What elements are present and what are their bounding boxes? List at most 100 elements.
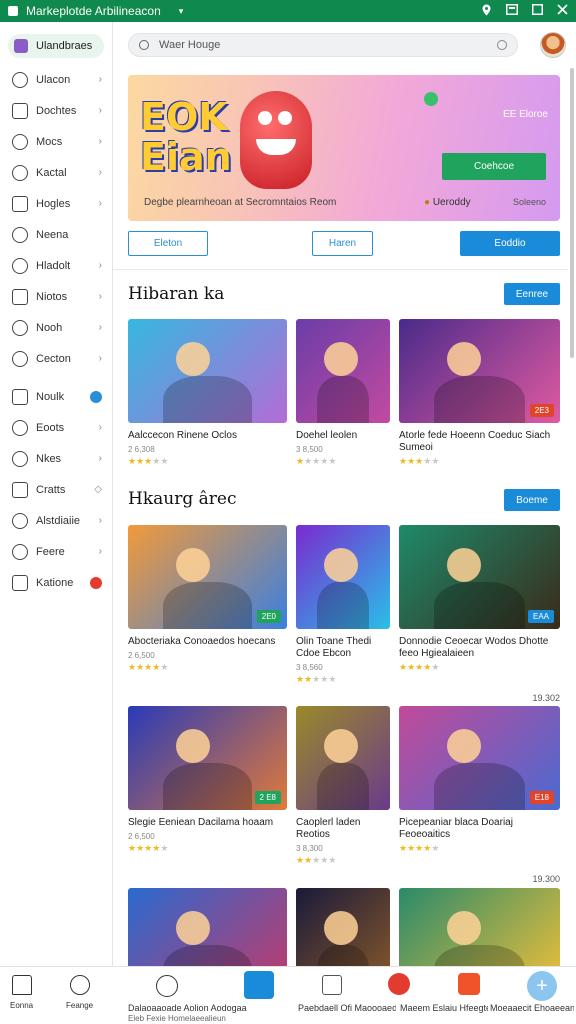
notification-badge <box>90 576 102 589</box>
scrollbar[interactable] <box>570 68 574 358</box>
game-card[interactable]: E18 Picepeaniar blaca Doariaj Feoeoaitics… <box>399 706 560 884</box>
character-body <box>316 376 370 423</box>
character-body <box>162 376 252 423</box>
add-icon[interactable]: + <box>527 971 557 1001</box>
game-card[interactable] <box>399 888 560 966</box>
bottom-caption-5: Moeaaecit Ehoaeeanaoaa <box>490 1003 574 1013</box>
game-thumbnail <box>296 525 390 629</box>
chat-icon <box>69 975 90 995</box>
star-icon: ★ <box>160 662 169 672</box>
sidebar-item-icon <box>12 195 28 212</box>
featured-banner[interactable]: EOK Eian EE Eloroe Coehcoe Degbe plearnh… <box>128 75 560 221</box>
section-more-button-1[interactable]: Eenree <box>504 283 560 305</box>
game-thumbnail <box>399 888 560 966</box>
gallery-icon[interactable] <box>244 971 274 999</box>
header: Waer Houge <box>113 22 576 68</box>
sidebar-item[interactable]: Cratts ◇ <box>0 474 112 505</box>
tab-button-2[interactable]: Haren <box>312 231 373 256</box>
game-title: Atorle fede Hoeenn Coeduc Siach Sumeoi <box>399 430 551 453</box>
sidebar-item[interactable]: Hladolt › <box>0 250 112 281</box>
comment-icon[interactable] <box>156 975 178 997</box>
tab-button-3[interactable]: Eoddio <box>460 231 560 256</box>
sidebar-item[interactable]: Mocs › <box>0 126 112 157</box>
price-badge: 2E3 <box>529 404 554 417</box>
title-dropdown-icon[interactable]: ▾ <box>179 6 184 17</box>
store-icon[interactable] <box>458 973 480 995</box>
window-icon[interactable] <box>506 4 518 18</box>
game-card[interactable]: 2E3 Atorle fede Hoeenn Coeduc Siach Sumeo… <box>399 319 560 467</box>
sidebar-item-icon <box>12 257 28 274</box>
sidebar-item-label: Neena <box>36 228 69 241</box>
game-meta: 2 6,308 <box>128 445 155 454</box>
sidebar-item-label: Kactal <box>36 166 67 179</box>
voice-search-icon[interactable] <box>497 40 507 50</box>
sidebar-item[interactable]: Neena <box>0 219 112 250</box>
close-icon[interactable] <box>557 4 568 18</box>
sidebar-item-icon <box>12 481 28 498</box>
avatar[interactable] <box>540 32 566 58</box>
sidebar-item-label: Katione <box>36 576 74 589</box>
sidebar-item[interactable]: Eoots › <box>0 412 112 443</box>
sidebar-item-label: Cecton <box>36 352 71 365</box>
bottom-bar: Eonna Feange + Dalaoaaoade Aolion Aodoga… <box>0 966 576 1024</box>
star-icon: ★ <box>304 456 313 466</box>
chevron-right-icon: › <box>98 260 102 271</box>
star-icon: ★ <box>328 674 337 684</box>
sidebar-item[interactable]: Dochtes › <box>0 95 112 126</box>
bottom-home[interactable]: Eonna <box>10 975 33 1010</box>
character-body <box>316 763 370 810</box>
section-more-button-2[interactable]: Boeme <box>504 489 560 511</box>
sidebar-item-label: Dochtes <box>36 104 77 117</box>
banner-logo: EOK Eian <box>140 95 232 179</box>
chevron-right-icon: › <box>98 353 102 364</box>
location-icon[interactable] <box>481 4 492 19</box>
star-icon: ★ <box>160 456 169 466</box>
character-body <box>162 763 252 810</box>
sidebar-item[interactable]: Alstdiaiie › <box>0 505 112 536</box>
sidebar-item-label: Nooh <box>36 321 63 334</box>
record-icon[interactable] <box>388 973 410 995</box>
sidebar-item-label: Nkes <box>36 452 62 465</box>
tab-button-1[interactable]: Eleton <box>128 231 208 256</box>
announce-icon[interactable] <box>322 975 342 995</box>
game-card[interactable]: 2 E8 Slegie Eeniean Dacilama hoaam 2 6,500… <box>128 706 287 854</box>
chevron-right-icon: › <box>98 74 102 85</box>
game-card[interactable] <box>128 888 287 966</box>
game-card[interactable] <box>296 888 390 966</box>
sidebar-item-icon <box>12 450 28 467</box>
banner-cta-button[interactable]: Coehcoe <box>442 153 546 180</box>
sidebar-item[interactable]: Ulacon › <box>0 64 112 95</box>
sidebar-item[interactable]: Nkes › <box>0 443 112 474</box>
bottom-caption-2: Eleb Fexie Homelaeealieun <box>128 1014 226 1023</box>
sidebar: Ulandbraes Ulacon › Dochtes › Mocs › Kactal › Ho… <box>0 22 113 966</box>
bottom-messages[interactable]: Feange <box>66 975 93 1010</box>
sidebar-top-label: Ulandbraes <box>36 40 93 52</box>
game-card[interactable]: Doehel leolen 3 8,500 ★★★★★ <box>296 319 390 467</box>
sidebar-item[interactable]: Niotos › <box>0 281 112 312</box>
game-thumbnail: 2E0 <box>128 525 287 629</box>
maximize-icon[interactable] <box>532 4 543 18</box>
game-card[interactable]: Aalccecon Rinene Oclos 2 6,308 ★★★★★ <box>128 319 287 467</box>
sidebar-top-button[interactable]: Ulandbraes <box>8 34 104 58</box>
game-card[interactable]: 2E0 Abocteriaka Conoaedos hoecans 2 6,500 ★… <box>128 525 287 673</box>
sidebar-item[interactable]: Kactal › <box>0 157 112 188</box>
character-figure <box>175 910 210 945</box>
sidebar-item[interactable]: Feere › <box>0 536 112 567</box>
sidebar-item[interactable]: Cecton › <box>0 343 112 374</box>
sidebar-item[interactable]: Hogles › <box>0 188 112 219</box>
bottom-caption-3: Paebdaell Ofi Maoooaediea <box>298 1003 396 1013</box>
character-figure <box>447 341 482 376</box>
game-meta: 2 6,500 <box>128 651 155 660</box>
game-card[interactable]: Olin Toane Thedi Cdoe Ebcon 3 8,560 ★★★★★ <box>296 525 390 685</box>
game-title: Picepeaniar blaca Doariaj Feoeoaitics <box>399 817 513 840</box>
home-icon <box>14 39 28 53</box>
sidebar-item[interactable]: Katione <box>0 567 112 598</box>
character-figure <box>324 547 359 582</box>
game-card[interactable]: Caoplerl laden Reotios 3 8,300 ★★★★★ <box>296 706 390 866</box>
section-title-2: Hkaurg ârec <box>128 489 237 509</box>
search-input[interactable]: Waer Houge <box>128 33 518 57</box>
sidebar-item-icon <box>12 133 28 150</box>
sidebar-item[interactable]: Nooh › <box>0 312 112 343</box>
game-card[interactable]: EAA Donnodie Ceoecar Wodos Dhotte feeo Hg… <box>399 525 560 703</box>
sidebar-item[interactable]: Noulk <box>0 381 112 412</box>
